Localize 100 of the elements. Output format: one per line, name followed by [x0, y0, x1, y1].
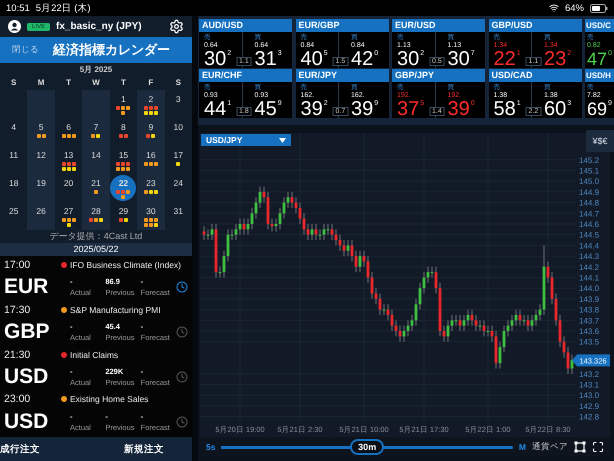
calendar-day[interactable]: 2	[138, 91, 164, 117]
clock-icon[interactable]	[176, 370, 188, 383]
axis-label: 143.5	[579, 338, 600, 347]
axis-label: 142.8	[579, 412, 600, 422]
event-time: 17:00	[4, 259, 32, 271]
axis-label: 144.8	[579, 198, 600, 208]
calendar-day[interactable]: 14	[82, 147, 109, 173]
calendar-day[interactable]: 11	[0, 147, 27, 173]
status-date: 5月22日 (木)	[36, 2, 91, 14]
account-name: fx_basic_ny (JPY)	[56, 21, 143, 32]
fullscreen-icon[interactable]	[592, 441, 604, 453]
wifi-icon	[548, 3, 559, 13]
calendar-day[interactable]: 22	[110, 175, 136, 201]
order-button[interactable]: 成行注文	[0, 442, 96, 456]
price-big: 42	[351, 50, 374, 69]
calendar-day[interactable]: 10	[165, 119, 192, 145]
axis-label: 143.9	[579, 294, 600, 304]
price-big: 31	[254, 50, 277, 69]
calendar-day[interactable]: 24	[165, 175, 192, 201]
price-big: 30	[204, 50, 226, 69]
price-big: 30	[397, 50, 420, 69]
pair-header[interactable]: GBP/JPY	[392, 69, 485, 82]
calendar-day[interactable]: 31	[165, 203, 192, 229]
calendar-day[interactable]: 8	[110, 119, 136, 145]
weekday-label: S	[174, 77, 182, 89]
price-big: 39	[300, 100, 323, 119]
axis-label: 144.1	[579, 274, 600, 282]
pair-header[interactable]: GBP/USD	[488, 19, 582, 32]
caret-icon	[279, 138, 286, 142]
axis-label: 143.0	[579, 391, 600, 400]
calendar-day[interactable]: 17	[165, 147, 192, 173]
calendar-day[interactable]: 29	[110, 203, 136, 229]
event-title: Existing Home Sales	[70, 394, 148, 404]
calendar-day[interactable]: 27	[56, 203, 82, 229]
event-title: S&P Manufacturing PMI	[70, 304, 161, 315]
calendar-day[interactable]: 21	[82, 175, 109, 201]
calendar-day[interactable]: 1	[110, 91, 136, 117]
price-big: 60	[544, 100, 566, 119]
calendar-day[interactable]: 30	[138, 203, 164, 229]
event-currency: EUR	[4, 275, 50, 300]
timeframe-track[interactable]: 30m	[221, 438, 513, 456]
calendar-day[interactable]: 5	[28, 119, 54, 145]
data-source: データ提供：4Cast Ltd	[48, 230, 144, 243]
clock-icon[interactable]	[176, 281, 188, 294]
currency-button[interactable]: ¥$€	[586, 130, 614, 152]
calendar-day[interactable]: 18	[0, 175, 27, 201]
price-big: 44	[204, 100, 226, 119]
clock-icon[interactable]	[176, 416, 188, 428]
calendar-day[interactable]: 26	[28, 203, 54, 229]
calendar-day[interactable]: 9	[138, 119, 164, 145]
calendar-day[interactable]: 6	[56, 119, 82, 145]
timeframe-thumb[interactable]: 30m	[350, 439, 384, 455]
calendar-day[interactable]: 12	[28, 147, 54, 173]
settings-icon[interactable]	[169, 19, 184, 34]
calendar-day[interactable]: 13	[56, 147, 82, 173]
pair-header[interactable]: USD/H	[585, 69, 614, 82]
pair-header[interactable]: EUR/JPY	[296, 69, 388, 82]
axis-label: 144.9	[579, 188, 600, 197]
pair-header[interactable]: USD/CAD	[488, 69, 582, 82]
axis-label: 142.9	[579, 402, 600, 411]
event-currency: GBP	[4, 320, 51, 344]
frame-icon[interactable]	[574, 441, 586, 453]
price-big: 69	[587, 100, 608, 119]
calendar-day[interactable]: 15	[110, 147, 136, 173]
weekday-label: T	[120, 77, 127, 89]
clock-icon[interactable]	[176, 326, 188, 338]
pair-header[interactable]: USD/C	[585, 19, 614, 32]
calendar-day[interactable]: 16	[138, 147, 164, 173]
pair-header[interactable]: EUR/CHF	[199, 69, 292, 82]
pair-header[interactable]: EUR/USD	[392, 19, 485, 32]
axis-label: 144.7	[579, 209, 600, 218]
calendar-day[interactable]: 28	[82, 203, 109, 229]
panel-title: 経済指標カレンダー	[53, 41, 170, 59]
weekday-label: W	[91, 77, 101, 89]
pair-header[interactable]: AUD/USD	[199, 19, 292, 32]
price-big: 39	[448, 100, 470, 119]
weekday-label: F	[147, 77, 154, 89]
calendar-day[interactable]: 23	[138, 175, 164, 201]
calendar-day[interactable]: 20	[56, 175, 82, 201]
timeframe-max: M	[518, 442, 526, 452]
event-time: 23:00	[4, 393, 32, 406]
calendar-day[interactable]: 4	[0, 119, 27, 145]
price-big: 23	[544, 50, 566, 69]
order-button[interactable]: 新規注文	[96, 442, 192, 456]
event-time: 17:30	[4, 304, 32, 316]
calendar-day[interactable]: 19	[28, 175, 54, 201]
price-big: 40	[300, 50, 323, 69]
price-big: 37	[397, 100, 420, 119]
pair-button[interactable]: 通貨ペア	[532, 441, 568, 453]
event-title: IFO Business Climate (Index)	[70, 260, 182, 270]
price-big: 58	[494, 100, 516, 119]
weekday-label: M	[36, 77, 46, 89]
event-time: 21:30	[4, 348, 32, 360]
user-icon[interactable]	[8, 20, 21, 33]
pair-header[interactable]: EUR/GBP	[296, 19, 388, 32]
pair-dropdown[interactable]: USD/JPY	[201, 134, 291, 146]
weekday-label: S	[10, 77, 18, 89]
calendar-day[interactable]: 3	[165, 91, 192, 117]
calendar-day[interactable]: 25	[0, 203, 27, 229]
calendar-day[interactable]: 7	[82, 119, 109, 145]
